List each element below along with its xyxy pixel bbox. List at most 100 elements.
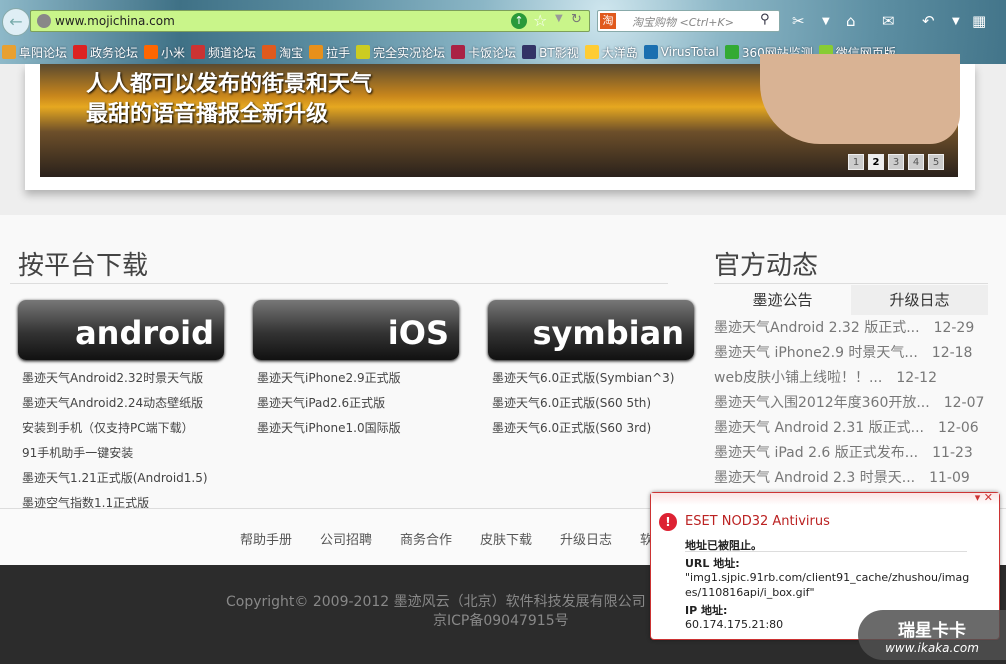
- slide-page-button[interactable]: 4: [908, 154, 924, 170]
- bookmark-item[interactable]: 小米: [144, 44, 185, 61]
- slide-page-button[interactable]: 5: [928, 154, 944, 170]
- news-item[interactable]: 墨迹天气 iPhone2.9 时景天气... 12-18: [714, 341, 972, 366]
- menu-icon[interactable]: ▦: [972, 12, 986, 30]
- banner-slide[interactable]: 人人都可以发布的街景和天气 最甜的语音播报全新升级 12345: [40, 54, 960, 177]
- slide-page-button[interactable]: 3: [888, 154, 904, 170]
- copyright: Copyright© 2009-2012 墨迹风云（北京）软件科技发展有限公司 …: [226, 594, 660, 610]
- search-box[interactable]: 淘 淘宝购物 <Ctrl+K> ⚲: [597, 10, 780, 32]
- download-link[interactable]: 墨迹天气Android2.32时景天气版: [22, 366, 203, 391]
- divider: [685, 551, 967, 552]
- symbian-label: symbian: [532, 314, 685, 352]
- bookmark-favicon-icon: [73, 45, 88, 59]
- bookmark-star-icon[interactable]: ☆: [533, 11, 547, 30]
- search-placeholder[interactable]: 淘宝购物 <Ctrl+K>: [632, 14, 734, 30]
- news-title[interactable]: 墨迹天气Android 2.32 版正式...: [714, 320, 920, 336]
- footer-link[interactable]: 升级日志: [560, 529, 612, 548]
- footer-link[interactable]: 公司招聘: [320, 529, 372, 548]
- bookmark-label: 拉手: [326, 45, 351, 60]
- undo-icon[interactable]: ↶: [922, 12, 935, 30]
- bookmark-label: 完全实况论坛: [373, 45, 446, 60]
- url-text[interactable]: www.mojichina.com: [55, 14, 175, 28]
- bookmark-favicon-icon: [724, 45, 739, 59]
- bookmark-label: 阜阳论坛: [19, 45, 68, 60]
- watermark-brand: 瑞星卡卡: [898, 621, 966, 641]
- news-item[interactable]: 墨迹天气入围2012年度360开放... 12-07: [714, 391, 984, 416]
- bookmark-item[interactable]: 频道论坛: [191, 44, 256, 61]
- footer-link[interactable]: 皮肤下载: [480, 529, 532, 548]
- bookmark-favicon-icon: [191, 45, 206, 59]
- download-link[interactable]: 91手机助手一键安装: [22, 441, 133, 466]
- news-item[interactable]: 墨迹天气 Android 2.3 时景天... 11-09: [714, 466, 970, 491]
- go-icon[interactable]: ↑: [511, 13, 527, 29]
- news-title[interactable]: 墨迹天气 iPad 2.6 版正式发布...: [714, 445, 918, 461]
- bookmark-favicon-icon: [309, 45, 324, 59]
- news-item[interactable]: 墨迹天气 iPad 2.6 版正式发布... 11-23: [714, 441, 973, 466]
- blocked-url-1: "img1.sjpic.91rb.com/client91_cache/zhus…: [685, 571, 970, 584]
- news-title[interactable]: 墨迹天气入围2012年度360开放...: [714, 395, 930, 411]
- bookmark-item[interactable]: 政务论坛: [73, 44, 138, 61]
- bookmark-label: 小米: [161, 45, 186, 60]
- divider: [714, 283, 988, 284]
- bookmark-label: 卡饭论坛: [468, 45, 517, 60]
- dropdown-icon[interactable]: ▼: [822, 16, 830, 27]
- bookmark-item[interactable]: 阜阳论坛: [2, 44, 67, 61]
- bookmark-item[interactable]: BT影视: [522, 44, 579, 61]
- slide-page-button[interactable]: 1: [848, 154, 864, 170]
- slide-page-button[interactable]: 2: [868, 154, 884, 170]
- download-link[interactable]: 墨迹天气Android2.24动态壁纸版: [22, 391, 203, 416]
- news-date: 12-06: [938, 420, 979, 436]
- bookmark-item[interactable]: VirusTotal: [643, 45, 719, 59]
- download-link[interactable]: 墨迹天气iPhone1.0国际版: [257, 416, 401, 441]
- address-bar[interactable]: www.mojichina.com ↑ ☆ ▼ ↻: [30, 10, 590, 32]
- bookmark-item[interactable]: 完全实况论坛: [356, 44, 445, 61]
- bookmark-favicon-icon: [643, 45, 658, 59]
- news-item[interactable]: 墨迹天气 Android 2.31 版正式... 12-06: [714, 416, 979, 441]
- news-title[interactable]: 墨迹天气 iPhone2.9 时景天气...: [714, 345, 918, 361]
- screenshot-icon[interactable]: ✂: [792, 12, 805, 30]
- download-link[interactable]: 墨迹天气iPhone2.9正式版: [257, 366, 401, 391]
- divider: [10, 283, 668, 284]
- dropdown-icon[interactable]: ▼: [555, 13, 563, 24]
- url-label: URL 地址:: [685, 557, 740, 570]
- taobao-engine-icon[interactable]: 淘: [600, 13, 616, 29]
- tab-upgrade-log[interactable]: 升级日志: [851, 285, 988, 315]
- dropdown-icon[interactable]: ▼: [952, 16, 960, 27]
- reload-icon[interactable]: ↻: [571, 12, 582, 27]
- close-icon[interactable]: ▾ ✕: [975, 491, 993, 504]
- bookmark-item[interactable]: 拉手: [309, 44, 350, 61]
- bookmark-item[interactable]: 卡饭论坛: [451, 44, 516, 61]
- download-link[interactable]: 墨迹天气1.21正式版(Android1.5): [22, 466, 208, 491]
- news-item[interactable]: 墨迹天气Android 2.32 版正式... 12-29: [714, 316, 974, 341]
- news-title[interactable]: 墨迹天气 Android 2.3 时景天...: [714, 470, 915, 486]
- bookmark-label: 大洋岛: [601, 45, 638, 60]
- bookmark-item[interactable]: 大洋岛: [584, 44, 638, 61]
- search-icon[interactable]: ⚲: [760, 12, 770, 27]
- slide-pager: 12345: [848, 154, 944, 170]
- download-link[interactable]: 墨迹天气6.0正式版(S60 3rd): [492, 416, 651, 441]
- android-button[interactable]: android: [18, 300, 224, 360]
- download-link[interactable]: 墨迹天气iPad2.6正式版: [257, 391, 385, 416]
- symbian-button[interactable]: symbian: [488, 300, 694, 360]
- bookmark-item[interactable]: 淘宝: [262, 44, 303, 61]
- news-title[interactable]: web皮肤小铺上线啦！！...: [714, 370, 882, 386]
- download-link[interactable]: 墨迹天气6.0正式版(Symbian^3): [492, 366, 674, 391]
- ip-address: 60.174.175.21:80: [685, 618, 784, 631]
- tab-announcements[interactable]: 墨迹公告: [714, 285, 851, 315]
- bookmark-label: BT影视: [539, 45, 579, 60]
- home-icon[interactable]: ⌂: [846, 12, 856, 30]
- bookmark-label: 频道论坛: [208, 45, 257, 60]
- download-link[interactable]: 墨迹天气6.0正式版(S60 5th): [492, 391, 651, 416]
- news-title[interactable]: 墨迹天气 Android 2.31 版正式...: [714, 420, 924, 436]
- bookmark-label: 政务论坛: [90, 45, 139, 60]
- footer-link[interactable]: 商务合作: [400, 529, 452, 548]
- mail-icon[interactable]: ✉: [882, 12, 895, 30]
- news-date: 11-23: [932, 445, 973, 461]
- banner-line1: 人人都可以发布的街景和天气: [86, 72, 373, 97]
- news-date: 12-12: [896, 370, 937, 386]
- download-link[interactable]: 安装到手机（仅支持PC端下载）: [22, 416, 194, 441]
- footer-link[interactable]: 帮助手册: [240, 529, 292, 548]
- hand-image: [760, 54, 960, 144]
- news-item[interactable]: web皮肤小铺上线啦！！... 12-12: [714, 366, 937, 391]
- back-button[interactable]: ←: [2, 8, 30, 36]
- ios-button[interactable]: iOS: [253, 300, 459, 360]
